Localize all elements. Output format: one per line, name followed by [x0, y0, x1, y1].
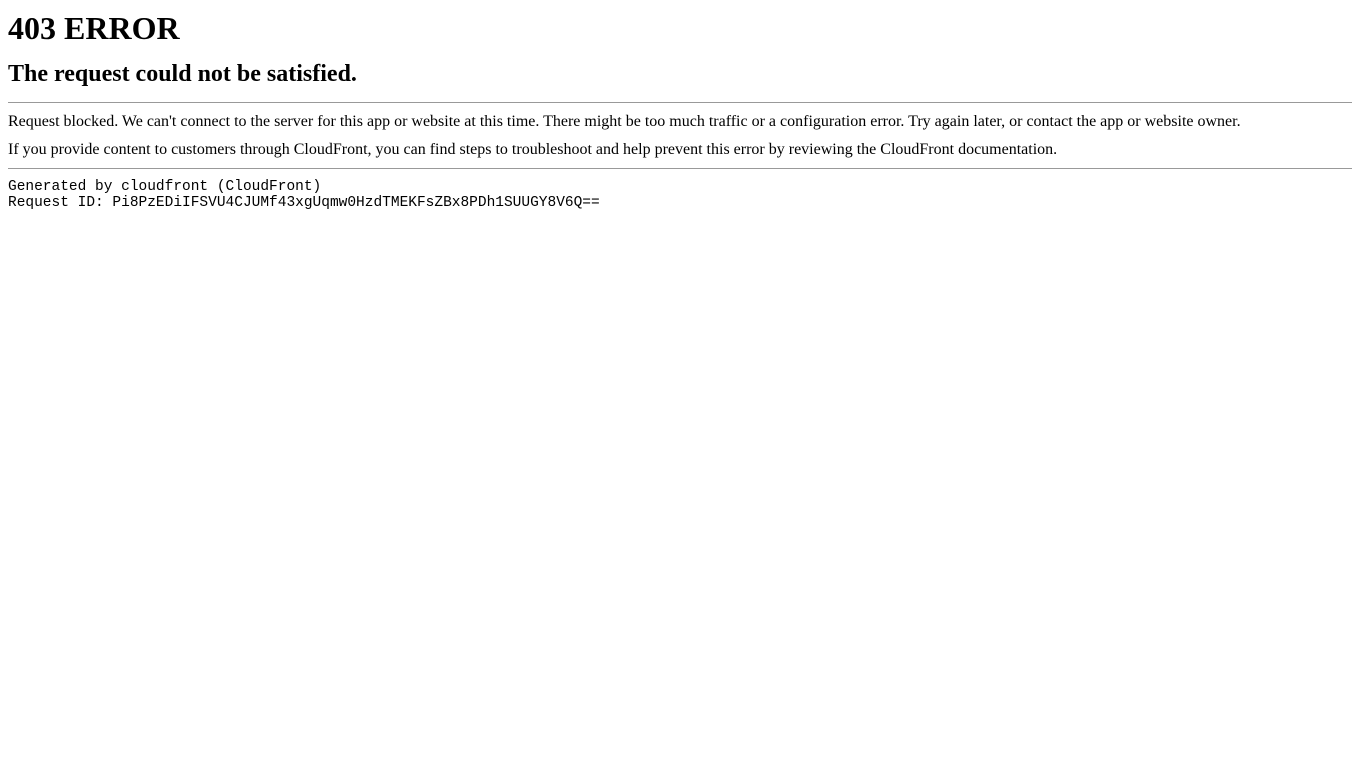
error-title: 403 ERROR [8, 10, 1352, 47]
generated-by-text: Generated by cloudfront (CloudFront) [8, 179, 321, 195]
error-subtitle: The request could not be satisfied. [8, 61, 1352, 88]
divider-bottom [8, 168, 1352, 169]
request-id-label: Request ID: [8, 195, 112, 211]
error-footer: Generated by cloudfront (CloudFront) Req… [8, 179, 1352, 211]
error-message-line-1: Request blocked. We can't connect to the… [8, 111, 1352, 133]
divider-top [8, 102, 1352, 103]
request-id-value: Pi8PzEDiIFSVU4CJUMf43xgUqmw0HzdTMEKFsZBx… [112, 195, 599, 211]
error-message-line-2: If you provide content to customers thro… [8, 139, 1352, 161]
